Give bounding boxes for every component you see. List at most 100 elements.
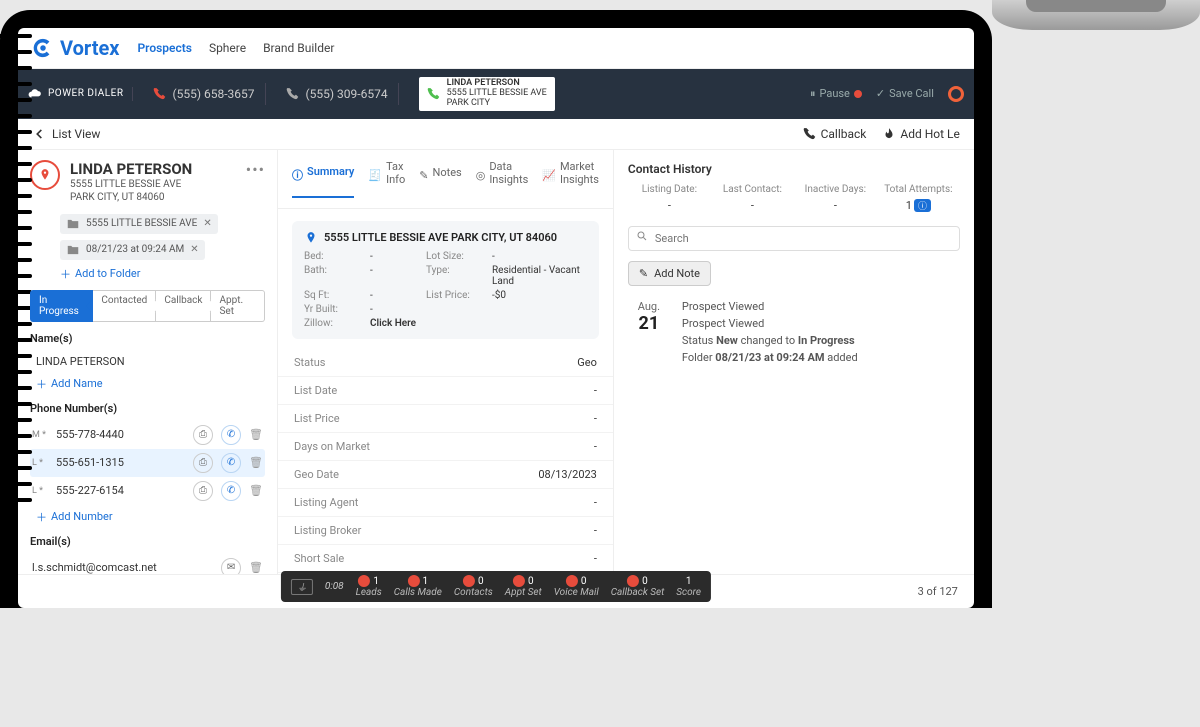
stage-callback[interactable]: Callback <box>156 290 211 322</box>
add-hot-lead-button[interactable]: Add Hot Le <box>882 127 959 141</box>
folder-chip-date[interactable]: 08/21/23 at 09:24 AM✕ <box>60 240 205 260</box>
print-phone-icon[interactable]: ⎙ <box>193 453 213 473</box>
ekg-icon: ⏚ <box>291 579 313 595</box>
contact-history-header: Contact History <box>628 162 960 176</box>
power-dialer-label: POWER DIALER <box>28 87 133 101</box>
lead-address-2: PARK CITY, UT 84060 <box>70 191 192 204</box>
stage-selector: In Progress Contacted Callback Appt. Set <box>30 290 265 322</box>
stat-icon <box>463 575 475 587</box>
timeline: Aug. 21 Prospect Viewed Prospect Viewed … <box>628 300 960 368</box>
dial-number-2[interactable]: (555) 309-6574 <box>276 83 399 105</box>
delete-email-icon[interactable]: 🗑 <box>249 561 263 574</box>
remove-chip-icon[interactable]: ✕ <box>190 244 198 255</box>
names-header: Name(s) <box>30 332 265 345</box>
pause-button[interactable]: ⏸ Pause <box>810 86 862 102</box>
print-phone-icon[interactable]: ⎙ <box>193 425 213 445</box>
phone-row: L * 555-227-6154 ⎙ ✆ 🗑 <box>30 477 265 505</box>
add-note-button[interactable]: ✎ Add Note <box>628 261 711 286</box>
lead-more-menu[interactable]: ••• <box>246 160 265 179</box>
timeline-event: Prospect Viewed <box>682 300 858 313</box>
cloud-icon <box>28 87 42 101</box>
phone-icon <box>153 87 167 101</box>
context-bar: List View Callback Add Hot Le <box>18 119 974 150</box>
nav-sphere[interactable]: Sphere <box>209 41 246 55</box>
callback-button[interactable]: Callback <box>803 127 867 141</box>
timeline-event: Prospect Viewed <box>682 317 858 330</box>
vortex-icon <box>32 37 54 59</box>
pin-icon <box>38 168 52 182</box>
lead-panel: LINDA PETERSON 5555 LITTLE BESSIE AVE PA… <box>18 150 278 574</box>
record-indicator-icon <box>854 90 862 98</box>
stat-icon <box>513 575 525 587</box>
attempts-badge: ⓘ <box>914 199 931 212</box>
dial-number-1[interactable]: (555) 658-3657 <box>143 83 266 105</box>
add-number-button[interactable]: ＋ Add Number <box>36 509 265 525</box>
brand-logo: Vortex <box>32 36 119 60</box>
history-search-input[interactable] <box>628 226 960 251</box>
stage-in-progress[interactable]: In Progress <box>30 290 93 322</box>
pin-icon <box>304 231 318 245</box>
timeline-event: Status New changed to In Progress <box>682 334 858 347</box>
phones-header: Phone Number(s) <box>30 402 265 415</box>
remove-chip-icon[interactable]: ✕ <box>203 218 211 229</box>
save-call-button[interactable]: ✓ Save Call <box>876 86 934 102</box>
phone-row: M * 555-778-4440 ⎙ ✆ 🗑 <box>30 421 265 449</box>
detail-tabs: ⓘ Summary 🧾 Tax Info ✎ Notes ◎ Data Insi… <box>278 150 613 209</box>
phone-icon <box>286 87 300 101</box>
add-to-folder-button[interactable]: ＋ Add to Folder <box>60 266 265 282</box>
tab-notes[interactable]: ✎ Notes <box>419 160 461 198</box>
chevron-left-icon <box>32 127 46 141</box>
history-panel: Contact History Listing Date:- Last Cont… <box>614 150 974 574</box>
primary-nav: Prospects Sphere Brand Builder <box>137 41 348 55</box>
tab-market-insights[interactable]: 📈 Market Insights <box>542 160 599 198</box>
top-nav: Vortex Prospects Sphere Brand Builder <box>18 28 974 69</box>
dial-phone-icon[interactable]: ✆ <box>221 481 241 501</box>
history-stats: Listing Date:- Last Contact:- Inactive D… <box>628 184 960 212</box>
flame-icon <box>882 127 896 141</box>
session-stats-bar: ⏚ 0:08 1Leads 1Calls Made 0Contacts 0App… <box>281 571 711 602</box>
dial-phone-icon[interactable]: ✆ <box>221 425 241 445</box>
emails-header: Email(s) <box>30 535 265 548</box>
folder-chip-address[interactable]: 5555 LITTLE BESSIE AVE✕ <box>60 214 218 234</box>
stat-icon <box>566 575 578 587</box>
tab-data-insights[interactable]: ◎ Data Insights <box>476 160 529 198</box>
end-call-button[interactable] <box>948 86 964 102</box>
search-icon <box>636 230 648 242</box>
folder-icon <box>66 243 80 257</box>
lead-name: LINDA PETERSON <box>70 160 192 178</box>
pager: 3 of 127 <box>918 585 958 598</box>
lead-address-1: 5555 LITTLE BESSIE AVE <box>70 178 192 191</box>
tab-summary[interactable]: ⓘ Summary <box>292 160 354 198</box>
stat-icon <box>627 575 639 587</box>
delete-phone-icon[interactable]: 🗑 <box>249 484 263 497</box>
dial-number-3[interactable]: LINDA PETERSON 5555 LITTLE BESSIE AVE PA… <box>409 73 565 115</box>
nav-prospects[interactable]: Prospects <box>137 41 191 55</box>
print-phone-icon[interactable]: ⎙ <box>193 481 213 501</box>
phone-row: L * 555-651-1315 ⎙ ✆ 🗑 <box>30 449 265 477</box>
email-icon[interactable]: ✉ <box>221 558 241 574</box>
stage-contacted[interactable]: Contacted <box>93 290 156 322</box>
tab-tax-info[interactable]: 🧾 Tax Info <box>368 160 405 198</box>
session-timer: 0:08 <box>325 581 344 592</box>
email-row: l.s.schmidt@comcast.net ✉ 🗑 <box>30 554 265 574</box>
dialer-bar: POWER DIALER (555) 658-3657 (555) 309-65… <box>18 69 974 119</box>
back-to-list[interactable]: List View <box>32 127 100 141</box>
add-name-button[interactable]: ＋ Add Name <box>36 376 265 392</box>
property-card: 5555 LITTLE BESSIE AVE PARK CITY, UT 840… <box>292 221 599 339</box>
nav-brand-builder[interactable]: Brand Builder <box>263 41 334 55</box>
detail-panel: ⓘ Summary 🧾 Tax Info ✎ Notes ◎ Data Insi… <box>278 150 614 574</box>
callback-icon <box>803 127 817 141</box>
dial-phone-icon[interactable]: ✆ <box>221 453 241 473</box>
timeline-date: Aug. 21 <box>628 300 670 368</box>
zillow-link[interactable]: Click Here <box>370 318 420 329</box>
delete-phone-icon[interactable]: 🗑 <box>249 456 263 469</box>
stat-icon <box>358 575 370 587</box>
delete-phone-icon[interactable]: 🗑 <box>249 428 263 441</box>
active-call-card: LINDA PETERSON 5555 LITTLE BESSIE AVE PA… <box>419 77 555 111</box>
brand-name: Vortex <box>60 36 119 60</box>
stage-appt-set[interactable]: Appt. Set <box>211 290 265 322</box>
name-value: LINDA PETERSON <box>30 351 265 372</box>
stat-icon <box>407 575 419 587</box>
folder-icon <box>66 217 80 231</box>
lead-avatar <box>30 160 60 190</box>
